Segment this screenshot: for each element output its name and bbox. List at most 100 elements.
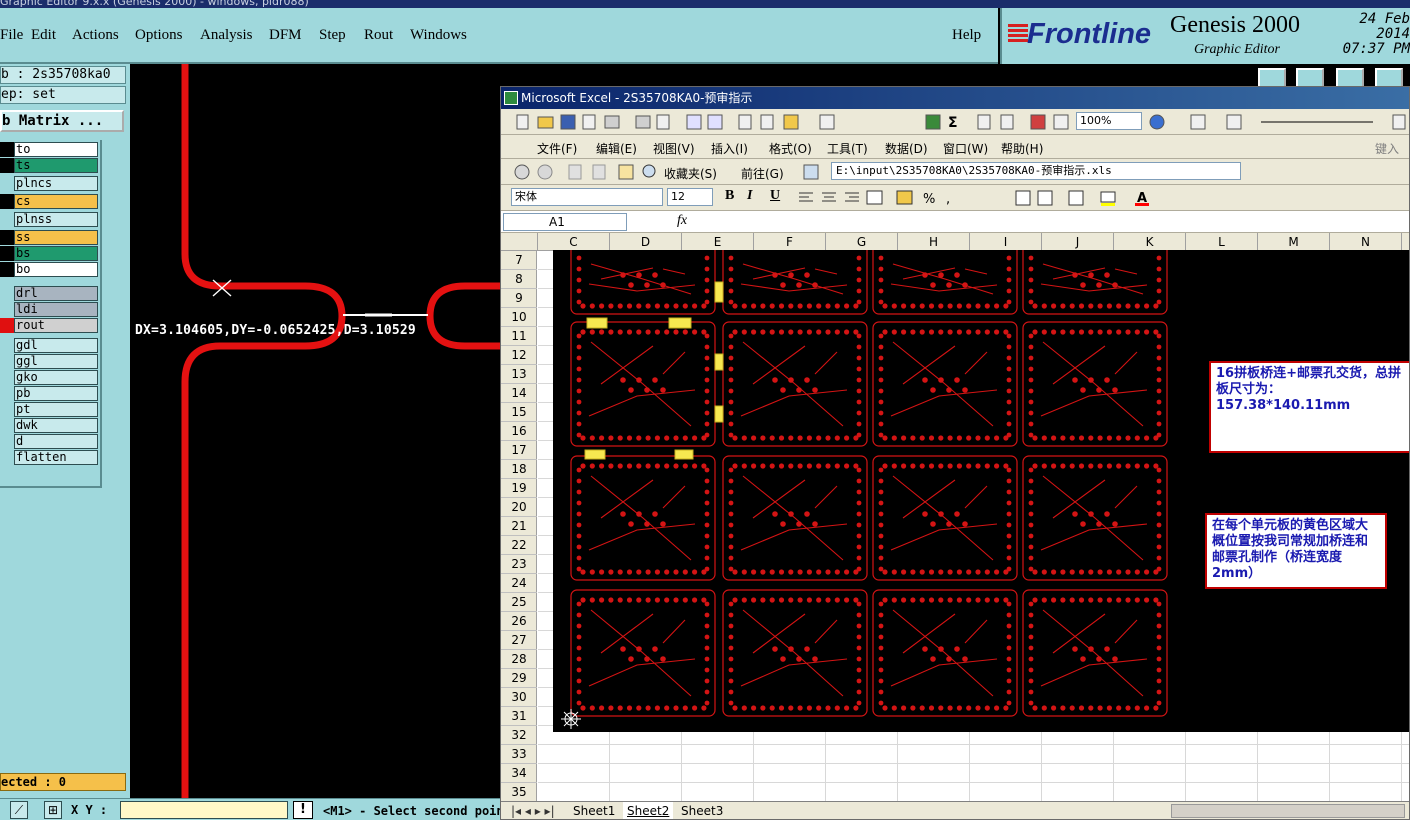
bold-button[interactable]: B	[725, 188, 734, 204]
row-header[interactable]: 29	[501, 669, 537, 688]
row-header[interactable]: 26	[501, 612, 537, 631]
row-header[interactable]: 27	[501, 631, 537, 650]
select-all-corner[interactable]	[501, 233, 538, 251]
layer-row-pt[interactable]: pt	[0, 402, 98, 417]
layer-row-rout[interactable]: rout	[0, 318, 98, 333]
favorites-menu[interactable]: 收藏夹(S)	[664, 165, 717, 182]
column-header[interactable]: F	[754, 233, 826, 251]
row-header[interactable]: 9	[501, 289, 537, 308]
layer-row-gko[interactable]: gko	[0, 370, 98, 385]
layer-row-bs[interactable]: bs	[0, 246, 98, 261]
menu-options[interactable]: Options	[135, 27, 183, 44]
layer-row-drl[interactable]: drl	[0, 286, 98, 301]
layer-color-swatch[interactable]	[0, 338, 14, 353]
layer-row-ss[interactable]: ss	[0, 230, 98, 245]
column-header[interactable]: N	[1330, 233, 1402, 251]
row-header[interactable]: 18	[501, 460, 537, 479]
layer-color-swatch[interactable]	[0, 354, 14, 369]
layer-color-swatch[interactable]	[0, 158, 14, 173]
horizontal-scrollbar[interactable]	[1171, 804, 1405, 818]
xy-input[interactable]	[120, 801, 288, 819]
layer-color-swatch[interactable]	[0, 246, 14, 261]
xl-menu-view[interactable]: 视图(V)	[653, 140, 695, 157]
xl-menu-data[interactable]: 数据(D)	[885, 140, 928, 157]
column-header[interactable]: E	[682, 233, 754, 251]
layer-color-swatch[interactable]	[0, 142, 14, 157]
layer-color-swatch[interactable]	[0, 450, 14, 465]
fx-icon[interactable]: fx	[677, 213, 687, 229]
layer-color-swatch[interactable]	[0, 262, 14, 277]
column-header[interactable]: L	[1186, 233, 1258, 251]
layer-color-swatch[interactable]	[0, 302, 14, 317]
graphic-canvas[interactable]	[130, 64, 500, 800]
row-header[interactable]: 33	[501, 745, 537, 764]
menu-step[interactable]: Step	[319, 27, 346, 44]
column-header[interactable]: D	[610, 233, 682, 251]
menu-dfm[interactable]: DFM	[269, 27, 302, 44]
layer-row-ggl[interactable]: ggl	[0, 354, 98, 369]
layer-row-cs[interactable]: cs	[0, 194, 98, 209]
column-header[interactable]: H	[898, 233, 970, 251]
row-header[interactable]: 21	[501, 517, 537, 536]
column-header[interactable]: J	[1042, 233, 1114, 251]
layer-color-swatch[interactable]	[0, 418, 14, 433]
layer-color-swatch[interactable]	[0, 386, 14, 401]
row-header[interactable]: 12	[501, 346, 537, 365]
underline-button[interactable]: U	[770, 188, 780, 204]
zoom-select[interactable]: 100%	[1076, 112, 1142, 130]
sheet-nav-arrows[interactable]: |◂ ◂ ▸ ▸|	[507, 802, 559, 819]
font-name-select[interactable]: 宋体	[511, 188, 663, 206]
layer-color-swatch[interactable]	[0, 434, 14, 449]
warning-icon[interactable]: !	[293, 801, 313, 819]
layer-row-ldi[interactable]: ldi	[0, 302, 98, 317]
row-header[interactable]: 28	[501, 650, 537, 669]
row-header[interactable]: 19	[501, 479, 537, 498]
column-header[interactable]: M	[1258, 233, 1330, 251]
row-header[interactable]: 8	[501, 270, 537, 289]
font-size-select[interactable]: 12	[667, 188, 713, 206]
row-header[interactable]: 20	[501, 498, 537, 517]
row-header[interactable]: 22	[501, 536, 537, 555]
xl-menu-tools[interactable]: 工具(T)	[827, 140, 868, 157]
layer-row-to[interactable]: to	[0, 142, 98, 157]
menu-analysis[interactable]: Analysis	[200, 27, 253, 44]
menu-rout[interactable]: Rout	[364, 27, 393, 44]
menu-file[interactable]: File	[0, 27, 23, 44]
italic-button[interactable]: I	[747, 188, 752, 204]
column-header[interactable]: K	[1114, 233, 1186, 251]
xl-menu-help[interactable]: 帮助(H)	[1001, 140, 1043, 157]
layer-row-flatten[interactable]: flatten	[0, 450, 98, 465]
sheet-tab-2[interactable]: Sheet2	[623, 802, 674, 819]
layer-row-plncs[interactable]: plncs	[0, 176, 98, 191]
name-box[interactable]: A1	[503, 213, 627, 231]
layer-row-gdl[interactable]: gdl	[0, 338, 98, 353]
layer-color-swatch[interactable]	[0, 230, 14, 245]
row-header[interactable]: 31	[501, 707, 537, 726]
xl-menu-format[interactable]: 格式(O)	[769, 140, 812, 157]
row-header[interactable]: 15	[501, 403, 537, 422]
row-header[interactable]: 32	[501, 726, 537, 745]
sheet-tab-1[interactable]: Sheet1	[569, 802, 619, 819]
row-header[interactable]: 14	[501, 384, 537, 403]
row-header[interactable]: 35	[501, 783, 537, 801]
layer-color-swatch[interactable]	[0, 212, 14, 227]
row-header[interactable]: 17	[501, 441, 537, 460]
layer-row-dwk[interactable]: dwk	[0, 418, 98, 433]
layer-row-plnss[interactable]: plnss	[0, 212, 98, 227]
layer-row-ts[interactable]: ts	[0, 158, 98, 173]
row-header[interactable]: 13	[501, 365, 537, 384]
layer-color-swatch[interactable]	[0, 176, 14, 191]
layer-color-swatch[interactable]	[0, 318, 14, 333]
goto-menu[interactable]: 前往(G)	[741, 165, 784, 182]
xl-menu-file[interactable]: 文件(F)	[537, 140, 577, 157]
menu-windows[interactable]: Windows	[410, 27, 467, 44]
row-header[interactable]: 24	[501, 574, 537, 593]
layer-row-d[interactable]: d	[0, 434, 98, 449]
column-header[interactable]: I	[970, 233, 1042, 251]
menu-actions[interactable]: Actions	[72, 27, 119, 44]
row-header[interactable]: 16	[501, 422, 537, 441]
xl-menu-window[interactable]: 窗口(W)	[943, 140, 988, 157]
row-header[interactable]: 34	[501, 764, 537, 783]
layer-row-pb[interactable]: pb	[0, 386, 98, 401]
snap-icon[interactable]: ⟋	[10, 801, 28, 819]
